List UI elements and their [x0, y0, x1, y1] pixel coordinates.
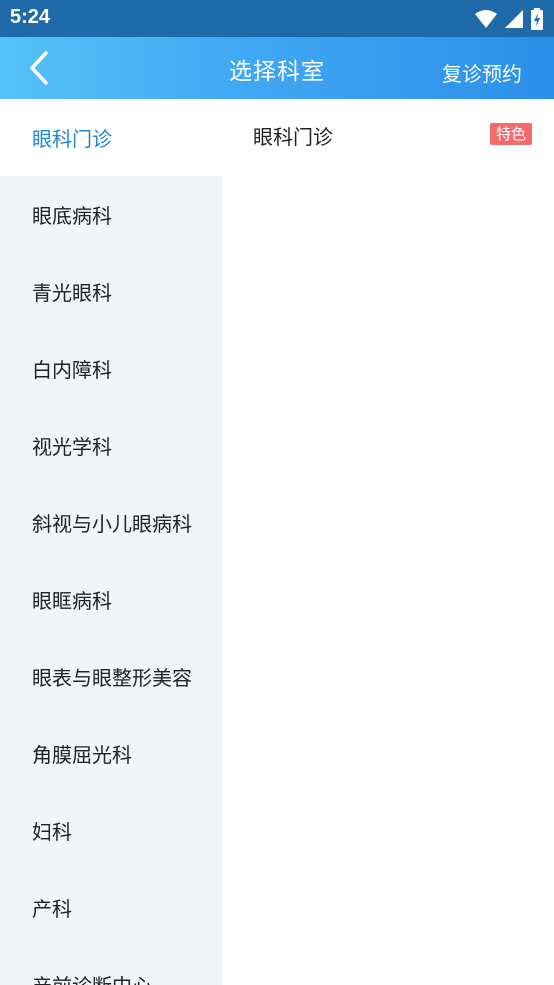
- sidebar-item-label: 眼眶病科: [32, 589, 112, 613]
- status-bar: 5:24: [0, 0, 554, 37]
- follow-up-appointment-button[interactable]: 复诊预约: [442, 58, 522, 87]
- battery-icon: [531, 8, 543, 30]
- sidebar-item-obstetrics[interactable]: 产科: [0, 869, 222, 946]
- sidebar-item-label: 视光学科: [32, 435, 112, 459]
- sidebar-item-label: 眼底病科: [32, 204, 112, 228]
- department-list: 眼科门诊 特色: [222, 99, 554, 985]
- sidebar-item-label: 妇科: [32, 820, 72, 844]
- department-name: 眼科门诊: [253, 125, 333, 149]
- list-item[interactable]: 眼科门诊 特色: [222, 99, 554, 169]
- sidebar-item-ocular-surface-plastic[interactable]: 眼表与眼整形美容: [0, 638, 222, 715]
- signal-icon: [505, 10, 523, 28]
- status-time: 5:24: [10, 6, 51, 28]
- sidebar-item-label: 眼表与眼整形美容: [32, 666, 192, 690]
- sidebar-item-orbital[interactable]: 眼眶病科: [0, 561, 222, 638]
- sidebar-item-label: 产前诊断中心: [32, 970, 152, 985]
- sidebar-item-label: 斜视与小儿眼病科: [32, 512, 192, 536]
- sidebar-item-strabismus-pediatric[interactable]: 斜视与小儿眼病科: [0, 484, 222, 561]
- status-icons: [474, 7, 544, 31]
- sidebar-item-label: 青光眼科: [32, 281, 112, 305]
- sidebar-item-cataract[interactable]: 白内障科: [0, 330, 222, 407]
- sidebar-item-ophthalmology-clinic[interactable]: 眼科门诊: [0, 99, 222, 176]
- sidebar-item-glaucoma[interactable]: 青光眼科: [0, 253, 222, 330]
- sidebar-item-label: 白内障科: [32, 358, 112, 382]
- sidebar-item-fundus[interactable]: 眼底病科: [0, 176, 222, 253]
- sidebar-item-prenatal-diagnosis[interactable]: 产前诊断中心: [0, 946, 222, 985]
- featured-badge: 特色: [489, 123, 532, 145]
- sidebar-item-optometry[interactable]: 视光学科: [0, 407, 222, 484]
- sidebar-item-gynecology[interactable]: 妇科: [0, 792, 222, 869]
- sidebar-item-label: 眼科门诊: [32, 127, 112, 151]
- app-header: 选择科室 复诊预约: [0, 37, 554, 99]
- sidebar-item-label: 产科: [32, 897, 72, 921]
- wifi-icon: [475, 10, 497, 28]
- sidebar-item-corneal-refractive[interactable]: 角膜屈光科: [0, 715, 222, 792]
- sidebar-item-label: 角膜屈光科: [32, 743, 132, 767]
- department-sidebar: 眼科门诊 眼底病科 青光眼科 白内障科 视光学科 斜视与小儿眼病科 眼眶病科 眼…: [0, 99, 222, 985]
